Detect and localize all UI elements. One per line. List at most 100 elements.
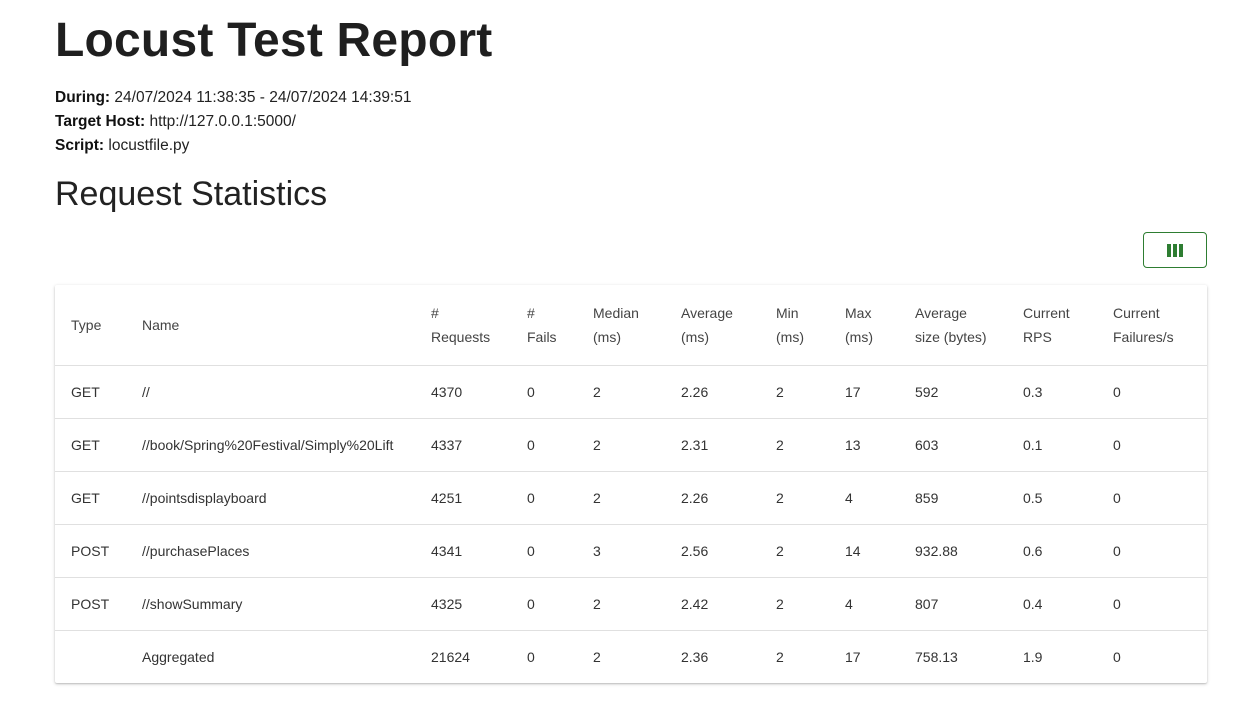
table-cell: 4325 [415,577,511,631]
table-cell: 0 [511,471,577,525]
table-cell: 0.5 [1007,471,1097,525]
column-header-line: Current [1113,304,1160,321]
column-header-line: (ms) [681,328,709,345]
column-header: Current Failures/s [1097,285,1207,366]
table-cell: 21624 [431,648,470,665]
table-cell: 0 [1113,648,1121,665]
table-cell: 0 [1097,418,1207,472]
column-header: # Requests [415,285,511,366]
table-cell: 0 [1097,365,1207,419]
during-label: During: [55,89,111,106]
table-cell: 807 [899,577,1007,631]
host-value: http://127.0.0.1:5000/ [149,113,296,130]
table-cell: 2.26 [665,365,760,419]
table-cell: 0.4 [1007,577,1097,631]
table-cell: GET [55,418,126,472]
column-header-line: Average [681,304,733,321]
column-header: Min (ms) [760,285,829,366]
table-cell: 0 [511,524,577,578]
section-title: Request Statistics [55,175,328,213]
table-cell: 17 [829,365,899,419]
table-header-row: Type Name # Requests # Fails Median (ms) Average… [55,285,1207,366]
column-header-line: Median [593,304,639,321]
test-duration: During: 24/07/2024 11:38:35 - 24/07/2024… [55,88,411,108]
column-header: Max (ms) [829,285,899,366]
request-statistics-table: Type Name # Requests # Fails Median (ms) Average… [55,285,1207,683]
table-cell: 0.3 [1007,365,1097,419]
column-header: Average size (bytes) [899,285,1007,366]
view-column-icon [1167,243,1183,257]
table-cell: 2 [760,365,829,419]
table-cell: 2 [760,524,829,578]
table-cell: 1.9 [1023,648,1043,665]
table-cell: // [126,365,415,419]
during-value: 24/07/2024 11:38:35 - 24/07/2024 14:39:5… [114,89,412,106]
script-label: Script: [55,137,105,154]
column-header: Type [55,285,126,366]
table-row: GET//pointsdisplayboard 4251 0 2 2.26 2 4 859 0.… [55,471,1207,525]
column-header-line: Max [845,304,872,321]
column-header-line: size (bytes) [915,328,987,345]
table-cell: 2 [577,365,665,419]
table-row: POST//showSummary 4325 0 2 2.42 2 4 807 0.4 0 [55,577,1207,631]
column-header-line: Failures/s [1113,328,1174,345]
table-cell: 2 [577,577,665,631]
table-cell: 2 [593,648,601,665]
table-cell: //pointsdisplayboard [126,471,415,525]
table-cell: 0.6 [1007,524,1097,578]
table-row: POST//purchasePlaces 4341 0 3 2.56 2 14 932.88 0… [55,524,1207,578]
table-cell: 2 [760,471,829,525]
table-cell: POST [55,577,126,631]
table-row: GET//book/Spring%20Festival/Simply%20Lif… [55,418,1207,472]
table-cell: 0 [511,365,577,419]
table-cell: 592 [899,365,1007,419]
table-cell: 2.42 [665,577,760,631]
column-header-line: Fails [527,328,557,345]
table-cell: 4 [829,471,899,525]
table-cell: 2 [577,471,665,525]
table-cell: //purchasePlaces [126,524,415,578]
host-label: Target Host: [55,113,146,130]
table-cell: 17 [845,648,861,665]
table-cell: 0 [1097,471,1207,525]
table-cell: 3 [577,524,665,578]
table-cell: 0 [511,418,577,472]
table-cell: 4341 [415,524,511,578]
table-cell: 859 [899,471,1007,525]
table-cell: 2.36 [681,648,709,665]
script-value: locustfile.py [108,137,190,154]
table-cell: Aggregated [142,648,215,665]
column-header-line: (ms) [776,328,804,345]
column-header-line: # [431,304,439,321]
script-info: Script: locustfile.py [55,136,189,156]
table-cell: 4 [829,577,899,631]
page-title: Locust Test Report [55,14,493,67]
column-header-line: Requests [431,328,491,345]
table-cell: GET [55,471,126,525]
table-cell: 2.56 [665,524,760,578]
table-row: Aggregated 21624 0 2 2.36 2 17 758.13 1.9 0 [55,630,1207,683]
table-cell: 2 [577,418,665,472]
column-header-line: Min [776,304,799,321]
report-page: Locust Test Report During: 24/07/2024 11… [0,0,1253,707]
table-cell: 0.1 [1007,418,1097,472]
column-header-line: (ms) [593,328,621,345]
table-cell: 4251 [415,471,511,525]
target-host: Target Host: http://127.0.0.1:5000/ [55,112,296,132]
table-cell: 14 [829,524,899,578]
table-cell [55,630,126,683]
table-cell: GET [55,365,126,419]
table-cell: //showSummary [126,577,415,631]
column-header: Name [126,285,415,366]
column-header-line: Average [915,304,967,321]
table-cell: 2 [776,648,784,665]
table-row: GET//4370 0 2 2.26 2 17 592 0.3 0 [55,365,1207,419]
table-cell: 2 [760,577,829,631]
column-header-line: Type [71,316,102,333]
table-body: GET//4370 0 2 2.26 2 17 592 0.3 0 GET//book/Sprin… [55,365,1207,683]
table-cell: 932.88 [899,524,1007,578]
table-cell: 0 [1097,524,1207,578]
table-cell: POST [55,524,126,578]
table-cell: 758.13 [915,648,958,665]
columns-toggle-button[interactable] [1143,232,1207,268]
